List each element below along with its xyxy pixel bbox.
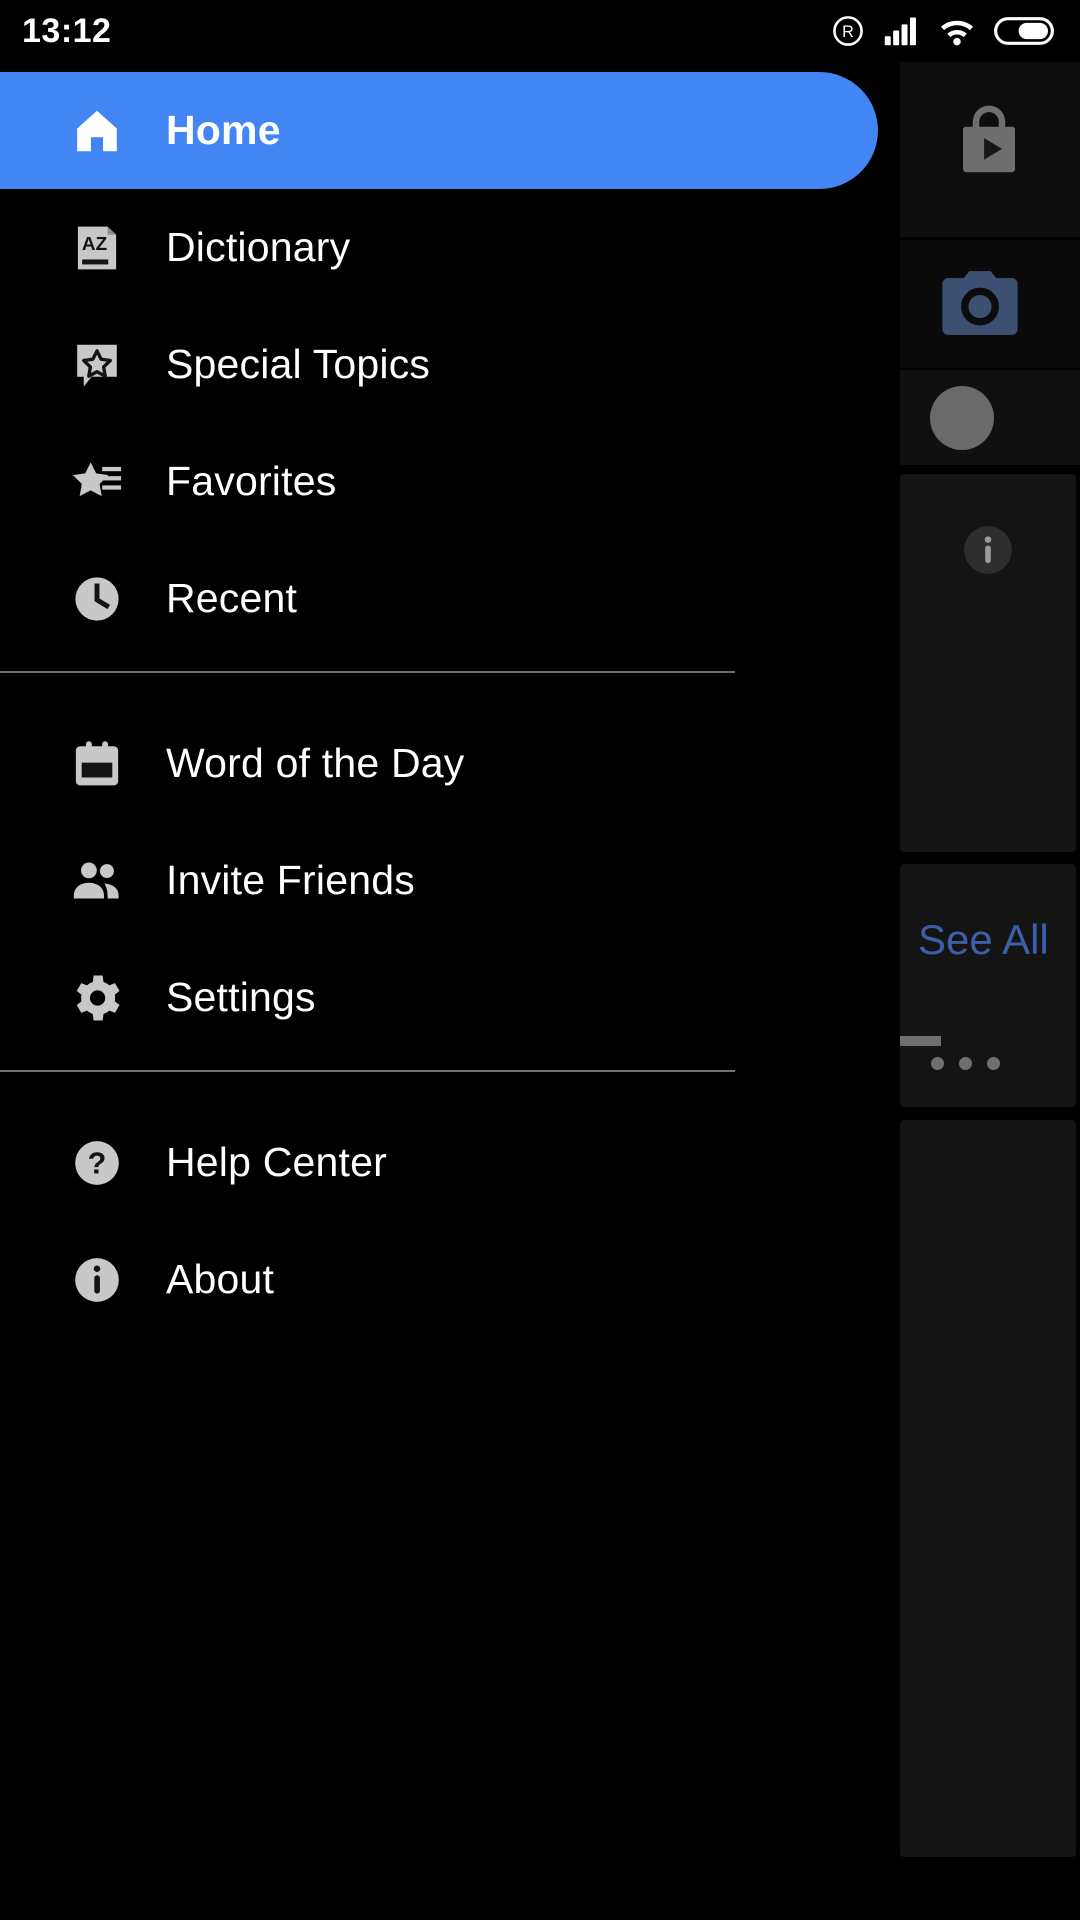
nav-label-dictionary: Dictionary xyxy=(166,224,351,270)
battery-icon xyxy=(994,17,1054,45)
star-bubble-icon xyxy=(68,336,126,394)
info-icon xyxy=(964,526,1012,574)
backdrop-card-see-all[interactable]: See All xyxy=(895,864,1076,1107)
cellular-signal-icon xyxy=(884,17,916,46)
nav-item-about[interactable]: About xyxy=(0,1221,900,1338)
calendar-icon xyxy=(68,735,126,793)
backdrop-card-info[interactable] xyxy=(900,474,1076,852)
navigation-drawer[interactable]: Home AZ Dictionary Special Topics Favori… xyxy=(0,62,900,1920)
progress-bar-indicator xyxy=(895,1036,941,1046)
svg-text:R: R xyxy=(842,23,854,41)
backdrop-tile-play[interactable] xyxy=(900,62,1080,237)
svg-text:?: ? xyxy=(88,1146,107,1180)
backdrop-card-5[interactable] xyxy=(900,1337,1076,1857)
nav-item-dictionary[interactable]: AZ Dictionary xyxy=(0,189,900,306)
dictionary-book-icon: AZ xyxy=(68,219,126,277)
nav-item-word-of-the-day[interactable]: Word of the Day xyxy=(0,705,900,822)
see-all-link[interactable]: See All xyxy=(918,916,1049,964)
nav-item-recent[interactable]: Recent xyxy=(0,540,900,657)
nav-label-special-topics: Special Topics xyxy=(166,341,431,387)
help-question-icon: ? xyxy=(68,1134,126,1192)
nav-item-home[interactable]: Home xyxy=(0,72,878,189)
backdrop-tile-camera[interactable] xyxy=(900,240,1080,368)
phone-screen: See All Home AZ Dictionary Special Topic… xyxy=(0,0,1080,1920)
status-clock: 13:12 xyxy=(22,11,112,50)
nav-label-home: Home xyxy=(166,107,281,153)
nav-item-special-topics[interactable]: Special Topics xyxy=(0,306,900,423)
info-icon xyxy=(68,1251,126,1309)
overflow-dots-icon[interactable] xyxy=(931,1057,1000,1070)
status-bar: 13:12 R xyxy=(0,0,1080,62)
nav-item-help-center[interactable]: ? Help Center xyxy=(0,1104,900,1221)
drawer-divider-1 xyxy=(0,671,735,673)
clock-icon xyxy=(68,570,126,628)
nav-label-settings: Settings xyxy=(166,974,316,1020)
camera-icon xyxy=(942,271,1018,335)
registered-trademark-icon: R xyxy=(833,16,863,46)
nav-label-invite-friends: Invite Friends xyxy=(166,857,415,903)
wifi-icon xyxy=(940,20,974,46)
nav-label-recent: Recent xyxy=(166,575,298,621)
play-store-bag-icon xyxy=(963,105,1015,173)
nav-label-word-of-the-day: Word of the Day xyxy=(166,740,465,786)
backdrop-tile-avatar[interactable] xyxy=(900,370,1080,465)
status-bar-icons: R xyxy=(831,14,1054,48)
nav-item-invite-friends[interactable]: Invite Friends xyxy=(0,822,900,939)
svg-text:AZ: AZ xyxy=(82,233,107,254)
people-icon xyxy=(68,852,126,910)
avatar-circle[interactable] xyxy=(930,386,994,450)
star-list-icon xyxy=(68,453,126,511)
nav-label-help-center: Help Center xyxy=(166,1139,387,1185)
nav-label-favorites: Favorites xyxy=(166,458,337,504)
nav-item-settings[interactable]: Settings xyxy=(0,939,900,1056)
nav-item-favorites[interactable]: Favorites xyxy=(0,423,900,540)
drawer-divider-2 xyxy=(0,1070,735,1072)
home-icon xyxy=(68,102,126,160)
nav-label-about: About xyxy=(166,1256,275,1302)
gear-icon xyxy=(68,969,126,1027)
